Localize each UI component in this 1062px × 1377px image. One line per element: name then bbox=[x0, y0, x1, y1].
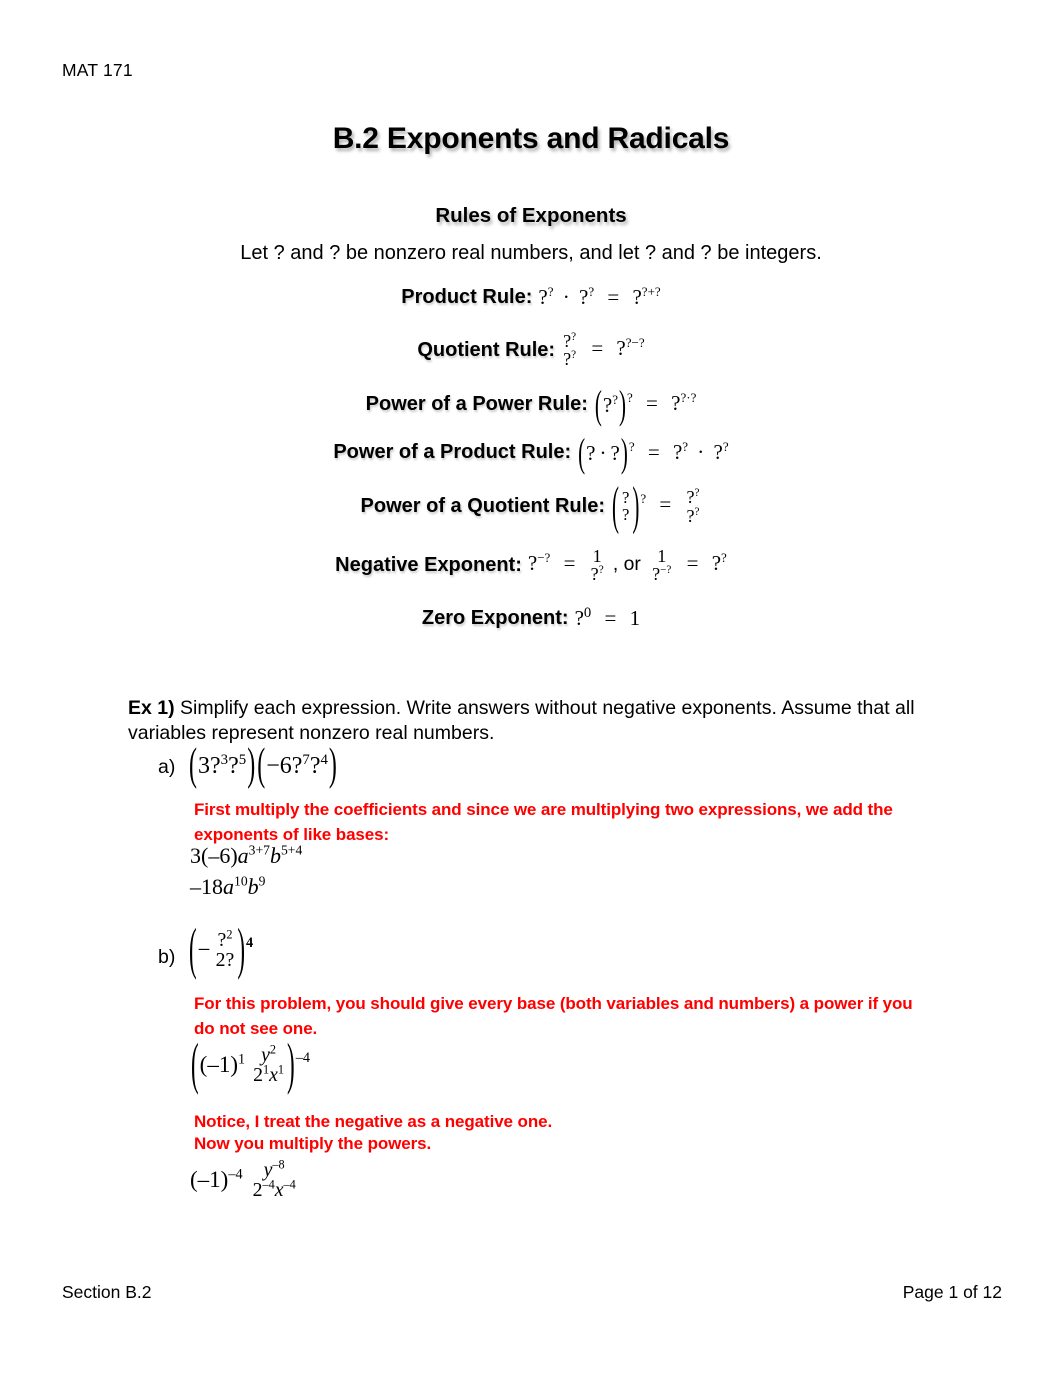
rule-power-of-product-label: Power of a Product Rule: bbox=[333, 441, 572, 464]
rule-product: Product Rule: ?? · ?? = ??+? bbox=[0, 285, 1062, 310]
footer-page-number: Page 1 of 12 bbox=[902, 1282, 1002, 1302]
rule-product-label: Product Rule: bbox=[401, 286, 533, 308]
section-heading: Rules of Exponents bbox=[435, 204, 627, 227]
rule-quotient-label: Quotient Rule: bbox=[417, 338, 556, 361]
rule-power-of-quotient-label: Power of a Quotient Rule: bbox=[360, 495, 605, 518]
rule-power-of-product: Power of a Product Rule: ( ? ·? ) ? = ?? … bbox=[0, 429, 1062, 476]
rule-negative-exponent-label: Negative Exponent: bbox=[335, 553, 522, 576]
part-b-work-step-1: ( (–1)1 y2 21x1 ) –4 bbox=[191, 1032, 310, 1096]
rule-zero-exponent-label: Zero Exponent: bbox=[421, 606, 569, 629]
example-1-instructions: Simplify each expression. Write answers … bbox=[128, 697, 915, 744]
rule-zero-exponent: Zero Exponent: ?0 = 1 bbox=[0, 606, 1062, 631]
part-b-note: For this problem, you should give every … bbox=[194, 994, 913, 1038]
running-head: MAT 171 bbox=[62, 60, 133, 80]
rule-power-of-quotient-expression: ( ? ? ) ? = ?? ?? bbox=[611, 475, 700, 536]
rule-power-of-quotient: Power of a Quotient Rule: ( ? ? ) ? = ??… bbox=[0, 475, 1062, 536]
part-b-note-2-line-2: Now you multiply the powers. bbox=[194, 1134, 432, 1153]
rule-quotient: Quotient Rule: ?? ?? = ??−? bbox=[0, 330, 1062, 370]
example-1-prompt: Ex 1) Simplify each expression. Write an… bbox=[128, 696, 928, 746]
footer-section-label: Section B.2 bbox=[62, 1282, 152, 1302]
rule-power-of-product-expression: ( ? ·? ) ? = ?? · ?? bbox=[578, 429, 729, 476]
part-b-problem: ( − ?2 2? ) 4 bbox=[189, 917, 254, 981]
rules-intro-text: Let ? and ? be nonzero real numbers, and… bbox=[240, 242, 822, 264]
part-a-label: a) bbox=[158, 756, 176, 778]
rule-negative-exponent: Negative Exponent: ?−? = 1 ?? , or 1 ?−?… bbox=[0, 547, 1062, 584]
rule-product-expression: ?? · ?? = ??+? bbox=[538, 284, 661, 309]
rule-power-of-power-label: Power of a Power Rule: bbox=[365, 392, 588, 415]
document-page: MAT 171 B.2 Exponents and Radicals Rules… bbox=[0, 0, 1062, 1377]
rule-power-of-power: Power of a Power Rule: ( ?? ) ? = ??·? bbox=[0, 381, 1062, 427]
part-a-problem: ( 3?3?5 ) ( −6?7?4 ) bbox=[189, 740, 337, 791]
part-b-work-step-2: (–1)–4 y–8 2–4x–4 bbox=[190, 1157, 296, 1202]
page-title: B.2 Exponents and Radicals bbox=[332, 122, 730, 155]
example-1-label: Ex 1) bbox=[128, 697, 175, 719]
part-b-label: b) bbox=[158, 946, 176, 968]
rules-of-exponents-block: Let ? and ? be nonzero real numbers, and… bbox=[0, 243, 1062, 653]
part-a-work-line-2: –18a10b9 bbox=[190, 873, 266, 899]
part-a-work-line-1: 3(–6)a3+7b5+4 bbox=[190, 842, 303, 868]
rule-quotient-expression: ?? ?? = ??−? bbox=[563, 330, 645, 370]
rule-negative-exponent-expression: ?−? = 1 ?? , or 1 ?−? = ?? bbox=[527, 546, 727, 585]
part-a-note: First multiply the coefficients and sinc… bbox=[194, 800, 893, 844]
rule-power-of-power-expression: ( ?? ) ? = ??·? bbox=[594, 381, 697, 427]
part-b-note-2-line-1: Notice, I treat the negative as a negati… bbox=[194, 1112, 553, 1131]
rule-zero-exponent-expression: ?0 = 1 bbox=[574, 604, 641, 630]
